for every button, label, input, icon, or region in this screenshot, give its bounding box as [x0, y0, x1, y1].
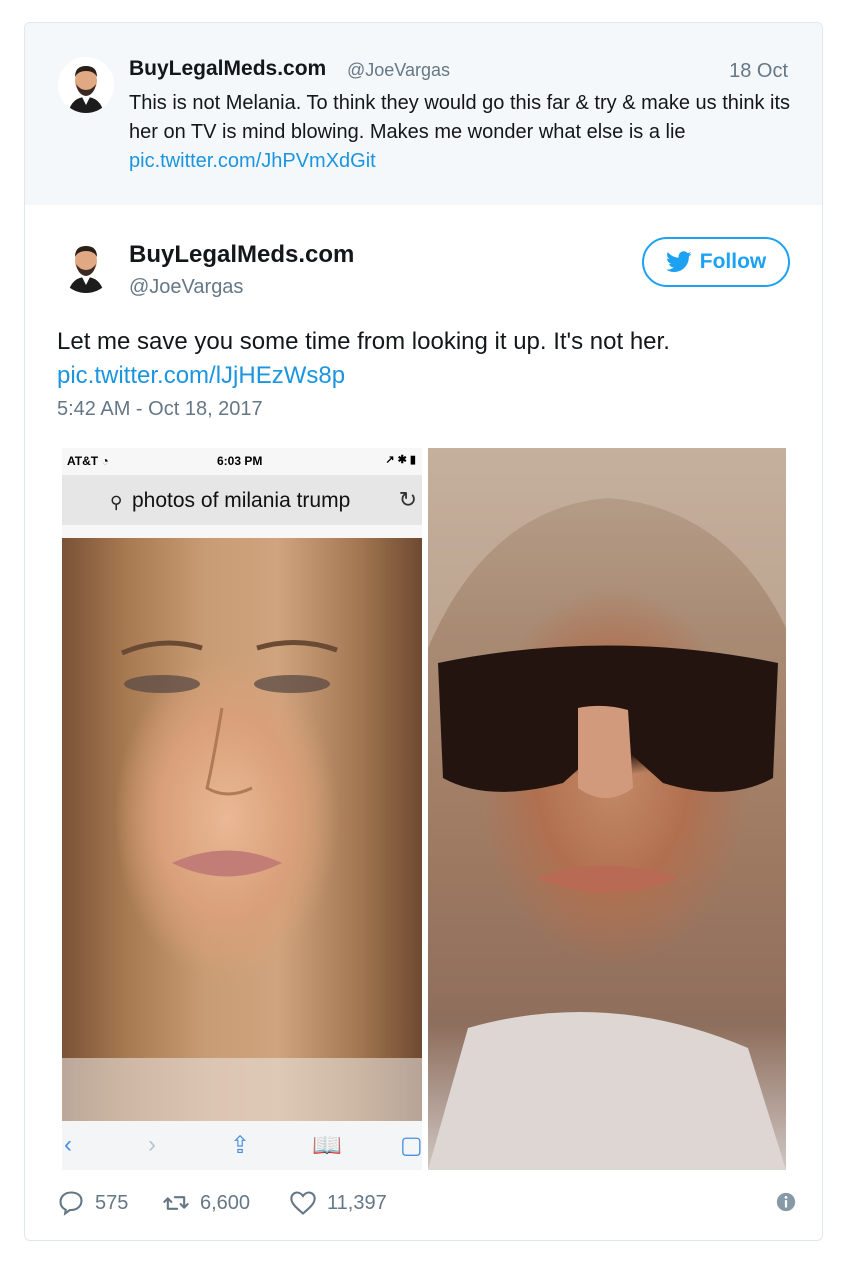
safari-toolbar: ‹ › ⇪ 📖 ▢ [62, 1121, 422, 1170]
reply-count: 575 [95, 1191, 129, 1214]
tweet-actions: 575 6,600 11,397 [57, 1189, 797, 1219]
status-carrier: AT&T ◔ [67, 454, 109, 468]
twitter-bird-icon [665, 251, 692, 272]
like-count: 11,397 [327, 1191, 387, 1214]
tweet-date[interactable]: 18 Oct [729, 60, 788, 83]
tweet-timestamp[interactable]: 5:42 AM - Oct 18, 2017 [57, 398, 263, 421]
reply-button[interactable]: 575 [57, 1189, 128, 1217]
tweet-link[interactable]: pic.twitter.com/lJjHEzWs8p [57, 359, 797, 393]
author-handle[interactable]: @JoeVargas [347, 60, 450, 81]
retweet-count: 6,600 [200, 1191, 251, 1214]
reply-icon [59, 1191, 83, 1216]
follow-label: Follow [699, 250, 767, 273]
reload-icon: ↻ [398, 487, 417, 512]
retweet-icon [163, 1196, 189, 1210]
follow-button[interactable]: Follow [642, 237, 790, 287]
media-photo-left[interactable]: AT&T ◔ 6:03 PM ↗ ✱ ▮ ⚲ photos of milania… [62, 448, 422, 1170]
tabs-icon: ▢ [400, 1132, 422, 1159]
status-time: 6:03 PM [217, 454, 263, 468]
media-photo-right[interactable] [428, 448, 786, 1170]
author-name[interactable]: BuyLegalMeds.com [129, 241, 354, 269]
parent-tweet[interactable]: BuyLegalMeds.com @JoeVargas 18 Oct This … [25, 23, 822, 205]
search-query: photos of milania trump [132, 489, 351, 512]
wifi-icon: ◔ [101, 454, 109, 468]
heart-icon [290, 1191, 316, 1215]
search-icon: ⚲ [110, 493, 123, 512]
avatar[interactable] [58, 57, 114, 113]
author-handle[interactable]: @JoeVargas [129, 276, 243, 299]
phone-status-bar: AT&T ◔ 6:03 PM ↗ ✱ ▮ [62, 448, 422, 473]
bookmarks-icon: 📖 [312, 1132, 342, 1159]
author-name[interactable]: BuyLegalMeds.com [129, 57, 326, 81]
search-bar: ⚲ photos of milania trump ↻ [62, 475, 422, 525]
forward-icon: › [148, 1131, 156, 1158]
tweet-link[interactable]: pic.twitter.com/JhPVmXdGit [129, 150, 376, 172]
tweet-embed-card: BuyLegalMeds.com @JoeVargas 18 Oct This … [24, 22, 823, 1241]
info-icon[interactable] [775, 1191, 797, 1213]
back-icon: ‹ [64, 1131, 72, 1158]
avatar[interactable] [58, 237, 114, 293]
retweet-button[interactable]: 6,600 [162, 1189, 250, 1217]
like-button[interactable]: 11,397 [289, 1189, 387, 1217]
face-photo [62, 538, 422, 1121]
tweet-text: Let me save you some time from looking i… [57, 325, 797, 393]
status-icons: ↗ ✱ ▮ [385, 454, 416, 466]
tweet-text-body: Let me save you some time from looking i… [57, 328, 670, 355]
share-icon: ⇪ [230, 1132, 251, 1159]
tweet-text-body: This is not Melania. To think they would… [129, 92, 791, 143]
tweet-text: This is not Melania. To think they would… [129, 89, 799, 176]
